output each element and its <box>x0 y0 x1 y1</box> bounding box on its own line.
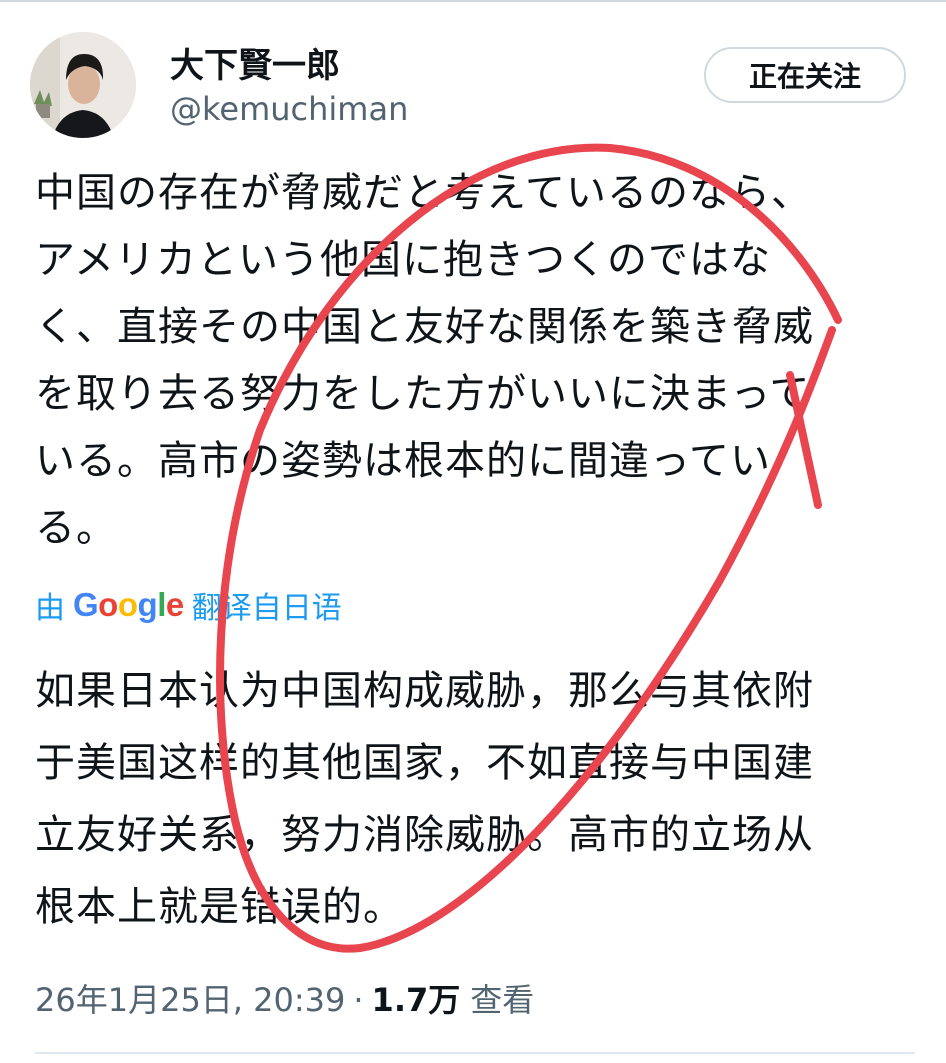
translated-text-line: 立友好关系，努力消除威胁。高市的立场从 <box>35 812 814 858</box>
author-handle[interactable]: @kemuchiman <box>170 90 408 128</box>
translation-prefix: 由 <box>35 591 65 626</box>
views-count: 1.7万 <box>371 981 461 1019</box>
views-label: 查看 <box>470 981 535 1019</box>
google-logo-letter: g <box>137 586 158 623</box>
google-logo-letter: e <box>165 586 184 623</box>
author-name[interactable]: 大下賢一郎 <box>170 38 340 87</box>
meta-separator: · <box>353 981 364 1019</box>
tweet-text-line: る。 <box>35 505 117 551</box>
google-logo: G o o g l e <box>73 586 184 624</box>
google-logo-letter: o <box>117 586 138 623</box>
top-divider <box>0 0 946 2</box>
google-logo-letter: G <box>73 586 99 623</box>
tweet-text-line: く、直接その中国と友好な関係を築き脅威 <box>35 304 814 350</box>
translated-text: 如果日本认为中国构成威胁，那么与其依附 于美国这样的其他国家，不如直接与中国建 … <box>35 655 925 943</box>
bottom-divider <box>35 1052 915 1054</box>
translation-source-label: 翻译自日语 <box>191 591 342 626</box>
timestamp[interactable]: 26年1月25日, 20:39 <box>35 975 345 1021</box>
avatar[interactable] <box>30 32 136 138</box>
tweet-text-line: いる。高市の姿勢は根本的に間違ってい <box>35 438 771 484</box>
follow-button[interactable]: 正在关注 <box>704 47 906 103</box>
tweet-text-line: 中国の存在が脅威だと考えているのなら、 <box>35 170 812 216</box>
translation-attribution[interactable]: 由 G o o g l e 翻译自日语 <box>35 583 342 627</box>
translated-text-line: 根本上就是错误的。 <box>35 884 404 930</box>
tweet-text: 中国の存在が脅威だと考えているのなら、 アメリカという他国に抱きつくのではな く… <box>35 160 925 562</box>
tweet-meta: 26年1月25日, 20:39 · 1.7万 查看 <box>35 975 534 1021</box>
translated-text-line: 于美国这样的其他国家，不如直接与中国建 <box>35 740 814 786</box>
tweet-text-line: を取り去る努力をした方がいいに決まって <box>35 371 811 417</box>
tweet-text-line: アメリカという他国に抱きつくのではな <box>35 237 771 283</box>
translated-text-line: 如果日本认为中国构成威胁，那么与其依附 <box>35 668 814 714</box>
google-logo-letter: l <box>157 586 166 623</box>
avatar-photo <box>30 32 136 138</box>
google-logo-letter: o <box>98 586 118 623</box>
